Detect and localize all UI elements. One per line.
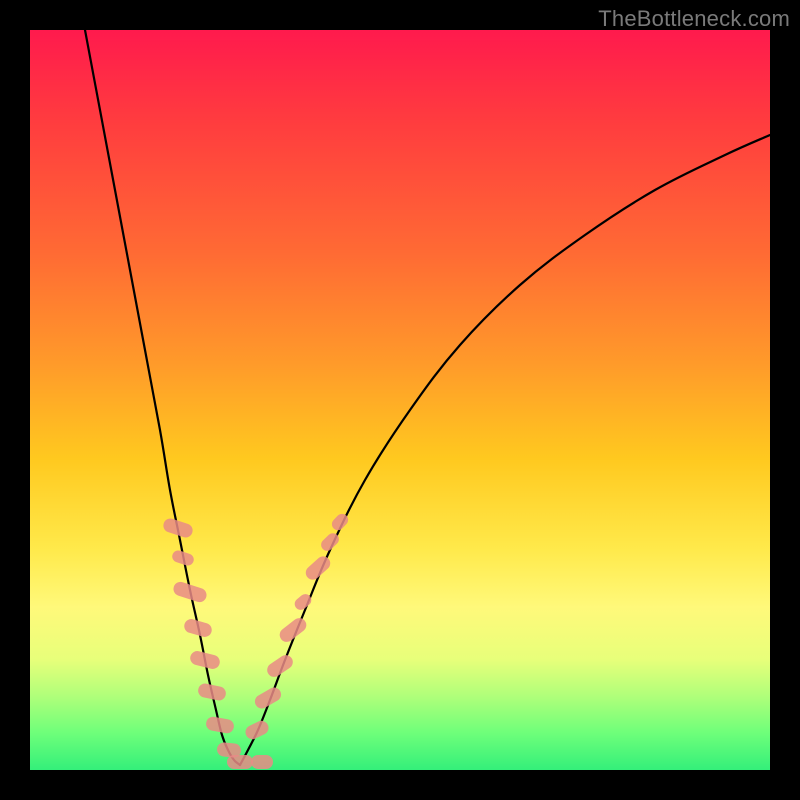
marker-capsule xyxy=(172,580,209,604)
marker-capsule xyxy=(197,682,227,702)
watermark-label: TheBottleneck.com xyxy=(598,6,790,32)
markers-group xyxy=(162,511,351,769)
chart-stage: TheBottleneck.com xyxy=(0,0,800,800)
curves-group xyxy=(85,30,770,765)
marker-capsule xyxy=(227,755,253,769)
marker-capsule xyxy=(162,517,195,540)
curve-left-curve xyxy=(85,30,240,765)
marker-capsule xyxy=(251,755,273,769)
marker-capsule xyxy=(243,718,271,741)
plot-area xyxy=(30,30,770,770)
curve-right-curve xyxy=(240,135,770,765)
marker-capsule xyxy=(205,716,235,735)
marker-capsule xyxy=(183,617,214,638)
curves-svg xyxy=(30,30,770,770)
marker-capsule xyxy=(189,650,221,671)
